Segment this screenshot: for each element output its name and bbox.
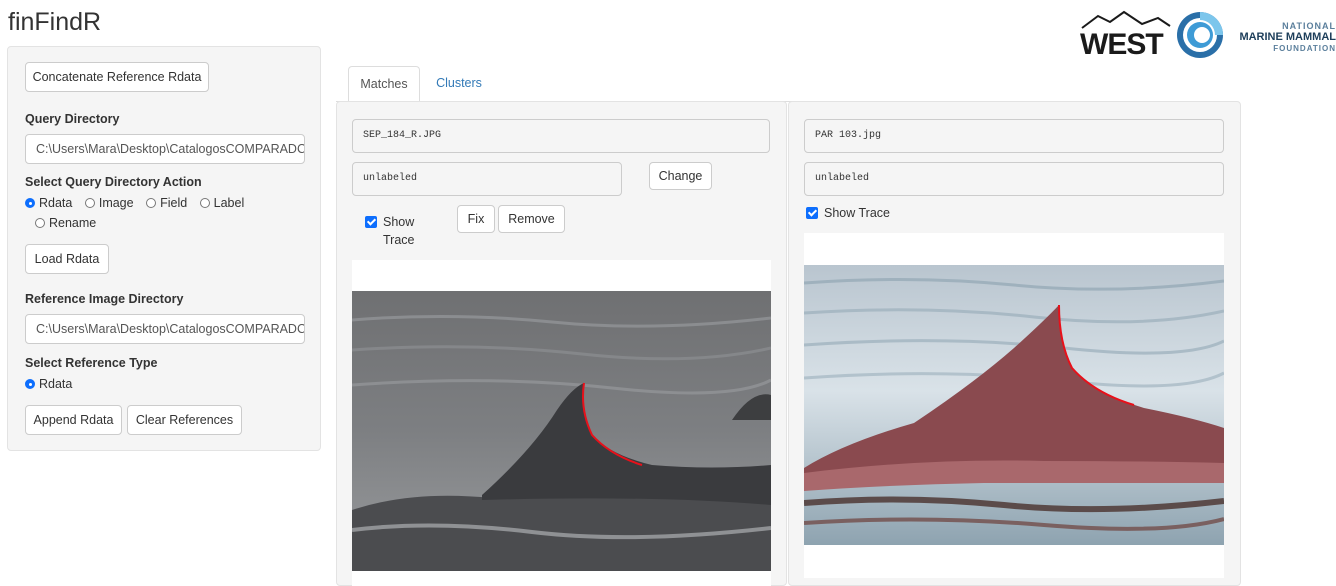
checkbox-checked-icon	[806, 207, 818, 219]
tab-clusters[interactable]: Clusters	[424, 66, 494, 102]
radio-option-field[interactable]: Field	[146, 196, 187, 210]
radio-option-image[interactable]: Image	[84, 196, 134, 210]
radio-selected-icon	[25, 198, 35, 208]
clear-references-button[interactable]: Clear References	[127, 405, 242, 435]
query-action-label: Select Query Directory Action	[25, 175, 202, 189]
reference-label-field[interactable]: unlabeled	[804, 162, 1224, 196]
query-directory-input[interactable]: C:\Users\Mara\Desktop\CatalogosCOMPARADC	[25, 134, 305, 164]
radio-empty-icon	[35, 218, 45, 228]
radio-option-label[interactable]: Label	[199, 196, 244, 210]
reference-directory-input[interactable]: C:\Users\Mara\Desktop\CatalogosCOMPARADC	[25, 314, 305, 344]
checkbox-checked-icon	[365, 216, 377, 228]
radio-empty-icon	[146, 198, 157, 208]
query-action-radio-group-row2: Rename	[35, 216, 105, 230]
partner-logos: WEST NATIONAL MARINE MAMMAL FOUNDATION	[1080, 8, 1336, 68]
app-title: finFindR	[8, 8, 102, 36]
radio-empty-icon	[199, 198, 210, 208]
change-button[interactable]: Change	[649, 162, 712, 190]
append-rdata-button[interactable]: Append Rdata	[25, 405, 122, 435]
reference-type-label: Select Reference Type	[25, 356, 158, 370]
dolphin-fin-photo-query	[352, 260, 771, 586]
radio-option-rename[interactable]: Rename	[35, 216, 96, 230]
reference-show-trace-checkbox[interactable]: Show Trace	[806, 205, 890, 221]
radio-option-rdata[interactable]: Rdata	[25, 196, 72, 210]
nmmf-logo-text: NATIONAL MARINE MAMMAL FOUNDATION	[1239, 21, 1336, 53]
reference-filename-field[interactable]: PAR 103.jpg	[804, 119, 1224, 153]
query-label-field[interactable]: unlabeled	[352, 162, 622, 196]
remove-button[interactable]: Remove	[498, 205, 565, 233]
concatenate-reference-button[interactable]: Concatenate Reference Rdata	[25, 62, 209, 92]
query-fin-image[interactable]	[352, 260, 771, 586]
radio-option-ref-rdata[interactable]: Rdata	[25, 377, 72, 391]
reference-directory-label: Reference Image Directory	[25, 292, 184, 306]
load-rdata-button[interactable]: Load Rdata	[25, 244, 109, 274]
query-show-trace-checkbox[interactable]: Show Trace	[365, 213, 435, 249]
west-logo-text: WEST	[1080, 28, 1164, 61]
query-directory-label: Query Directory	[25, 112, 120, 126]
reference-type-radio-group: Rdata	[25, 377, 81, 391]
radio-empty-icon	[84, 198, 95, 208]
reference-fin-image[interactable]	[804, 233, 1224, 578]
fix-button[interactable]: Fix	[457, 205, 495, 233]
query-filename-field[interactable]: SEP_184_R.JPG	[352, 119, 770, 153]
radio-selected-icon	[25, 379, 35, 389]
tab-matches[interactable]: Matches	[348, 66, 420, 102]
wave-logo-icon	[1177, 12, 1223, 58]
query-action-radio-group: Rdata Image Field Label	[25, 196, 253, 210]
west-logo: WEST	[1080, 8, 1172, 63]
dolphin-fin-photo-reference	[804, 233, 1224, 578]
